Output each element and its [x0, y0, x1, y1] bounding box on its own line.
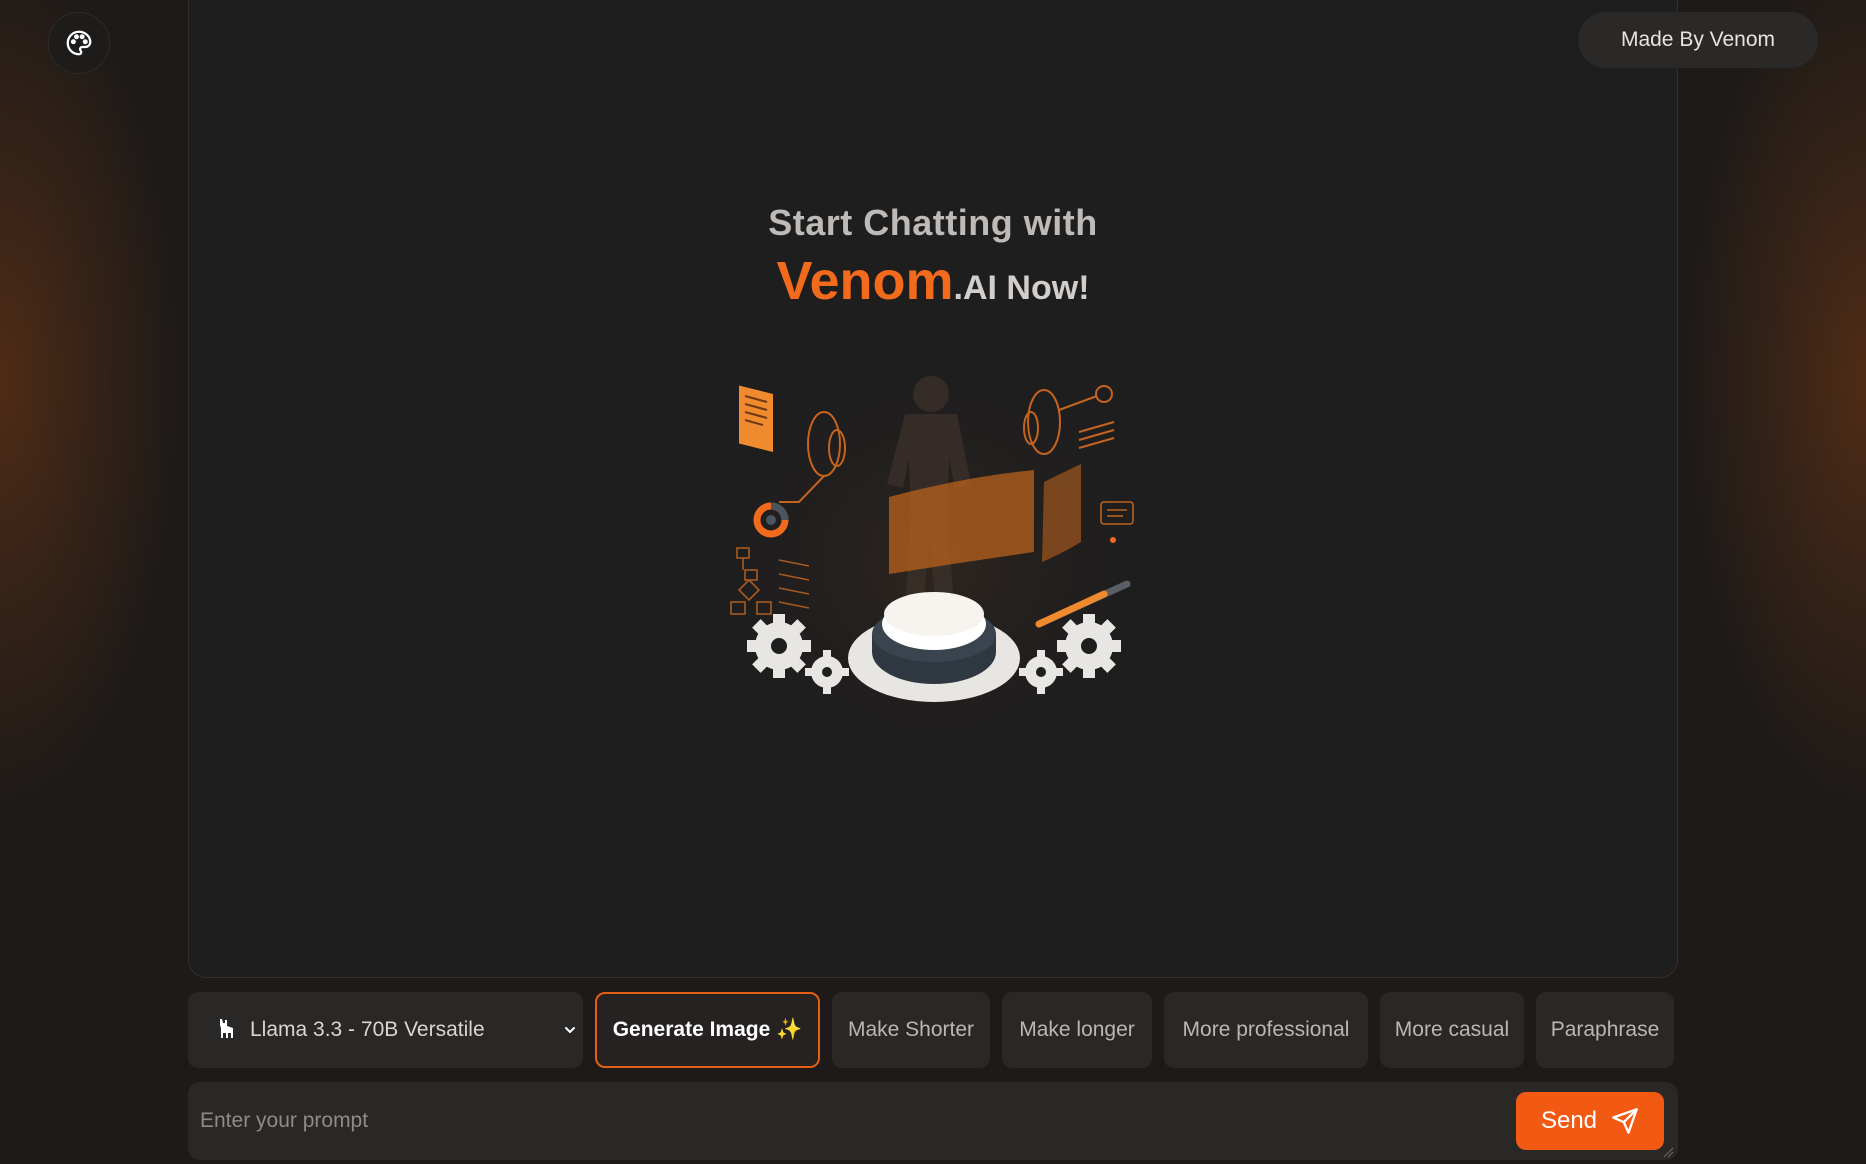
- brand-suffix: .AI Now!: [953, 269, 1090, 307]
- chevron-down-icon: [565, 1027, 575, 1033]
- theme-toggle-button[interactable]: [48, 12, 110, 74]
- model-label: Llama 3.3 - 70B Versatile: [250, 1018, 485, 1041]
- more-casual-button[interactable]: More casual: [1380, 992, 1524, 1068]
- send-label: Send: [1540, 1107, 1598, 1134]
- paraphrase-button[interactable]: Paraphrase: [1536, 992, 1674, 1068]
- composer: Send: [188, 1082, 1678, 1160]
- make-shorter-button[interactable]: Make Shorter: [832, 992, 990, 1068]
- prompt-input[interactable]: [188, 1082, 1488, 1160]
- send-button[interactable]: Send: [1516, 1092, 1664, 1150]
- brand-name: Venom: [776, 251, 954, 311]
- app-root: Start Chatting with Venom.AI Now! Made B…: [0, 0, 1866, 1164]
- more-professional-button[interactable]: More professional: [1164, 992, 1368, 1068]
- llama-icon: [220, 1019, 233, 1038]
- make-longer-button[interactable]: Make longer: [1002, 992, 1152, 1068]
- action-toolbar: Llama 3.3 - 70B Versatile Generate Image…: [188, 992, 1678, 1068]
- resize-handle-icon[interactable]: [1662, 1146, 1674, 1158]
- ai-hologram-illustration: [719, 362, 1149, 762]
- chat-panel: Start Chatting with Venom.AI Now!: [188, 0, 1678, 978]
- hero-title: Start Chatting with Venom.AI Now!: [189, 202, 1677, 312]
- paper-plane-icon: [1612, 1108, 1638, 1134]
- generate-image-button[interactable]: Generate Image ✨: [595, 992, 820, 1068]
- made-by-badge[interactable]: Made By Venom: [1578, 12, 1818, 68]
- model-select[interactable]: Llama 3.3 - 70B Versatile: [188, 992, 583, 1068]
- hero-line2: Venom.AI Now!: [189, 250, 1677, 312]
- hero-line1: Start Chatting with: [768, 202, 1098, 243]
- palette-icon: [66, 30, 92, 56]
